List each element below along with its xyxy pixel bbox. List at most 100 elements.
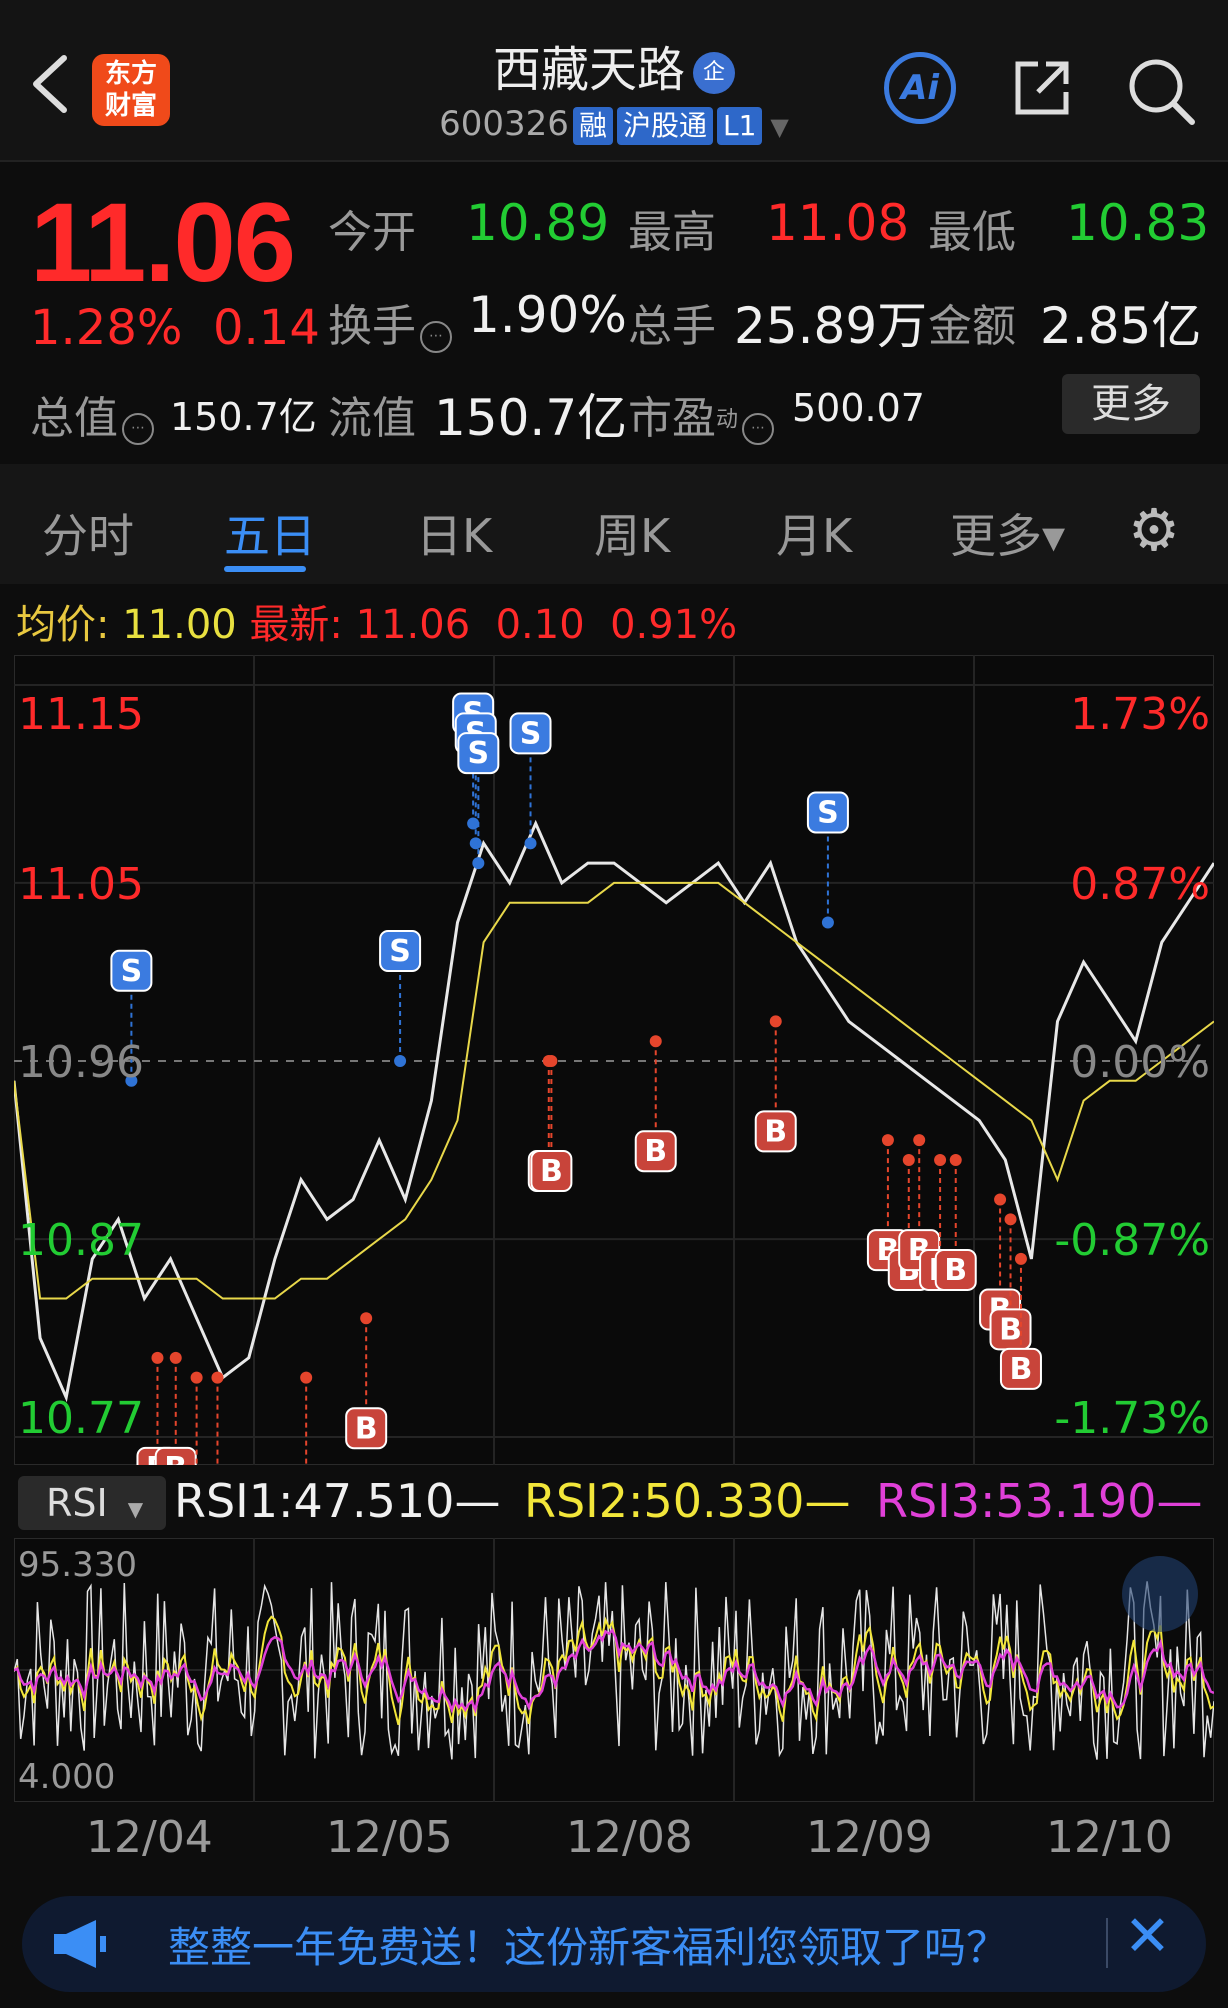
ai-assistant-button[interactable]: Ai (884, 52, 956, 124)
buy-marker-dot (649, 1035, 662, 1048)
amount-field: 金额 (928, 301, 1016, 352)
volume-value: 25.89万 (734, 297, 928, 355)
buy-marker-dot (545, 1055, 558, 1067)
sell-marker-dot (469, 837, 482, 850)
y-right-label: 0.87% (1070, 859, 1210, 910)
buy-marker-dot (902, 1153, 915, 1166)
banner-divider (1106, 1918, 1108, 1968)
pe-field[interactable]: 市盈动 ⋯ (628, 382, 775, 446)
high-value: 11.08 (766, 194, 910, 252)
buy-marker-dot (169, 1351, 182, 1364)
buy-marker-label: B (944, 1253, 967, 1288)
buy-marker-label: B (644, 1134, 667, 1169)
low-field: 最低 (928, 207, 1016, 258)
active-tab-indicator (224, 566, 306, 572)
buy-marker-label: B (355, 1411, 378, 1446)
latest-change: 0.10 (495, 602, 585, 648)
sell-marker-dot (394, 1055, 407, 1067)
tag-connect: 沪股通 (616, 107, 713, 145)
volume-field: 总手 (628, 301, 716, 352)
enterprise-badge: 企 (693, 52, 735, 94)
y-left-label: 11.15 (18, 689, 144, 740)
sell-marker-label: S (389, 934, 411, 969)
buy-marker-dot (211, 1371, 224, 1384)
caret-down-icon[interactable]: ▼ (770, 113, 788, 141)
rsi-min-label: 4.000 (18, 1757, 115, 1797)
y-right-label: -1.73% (1054, 1393, 1210, 1444)
buy-marker-dot (949, 1153, 962, 1166)
rsi1-value: RSI1:47.510— (174, 1474, 501, 1528)
y-right-label: 0.00% (1070, 1037, 1210, 1088)
rsi-chart[interactable]: 95.330 4.000 (14, 1538, 1214, 1802)
sell-marker-label: S (817, 795, 839, 830)
y-left-label: 10.96 (18, 1037, 144, 1088)
rsi3-value: RSI3:53.190— (876, 1474, 1203, 1528)
promo-text[interactable]: 整整一年免费送！这份新客福利您领取了吗？ (168, 1914, 1008, 1975)
tab-monthly-k[interactable]: 月K (776, 500, 852, 566)
x-label-day-4: 12/09 (806, 1812, 933, 1863)
period-tabs: 分时 五日 日K 周K 月K 更多▾ (0, 464, 1228, 584)
sell-marker-label: S (121, 954, 143, 989)
y-right-label: 1.73% (1070, 689, 1210, 740)
y-left-label: 11.05 (18, 859, 144, 910)
tag-level: L1 (716, 107, 763, 145)
change-percent: 1.28% (30, 300, 183, 356)
sell-marker-dot (821, 916, 834, 929)
buy-marker-dot (190, 1371, 203, 1384)
buy-marker-dot (769, 1015, 782, 1028)
mktcap-field[interactable]: 总值 ⋯ (30, 382, 154, 446)
stock-name: 西藏天路 (492, 42, 685, 98)
latest-value: 11.06 (355, 602, 471, 648)
buy-marker-label: B (540, 1154, 563, 1189)
info-icon[interactable]: ⋯ (122, 412, 154, 445)
avg-value: 11.00 (122, 602, 237, 648)
price-change: 1.28% 0.14 (30, 300, 320, 356)
buy-marker-dot (1004, 1213, 1017, 1226)
buy-marker-dot (151, 1351, 164, 1364)
turnover-field[interactable]: 换手 ⋯ (328, 290, 452, 354)
info-icon[interactable]: ⋯ (420, 320, 452, 353)
info-icon[interactable]: ⋯ (742, 412, 775, 445)
rsi-max-label: 95.330 (18, 1545, 137, 1585)
tab-five-day[interactable]: 五日 (224, 500, 316, 566)
buy-marker-label: B (164, 1451, 187, 1465)
mktcap-value: 150.7亿 (170, 395, 317, 439)
indicator-select[interactable]: RSI ▼ (18, 1476, 166, 1530)
sell-marker-label: S (520, 716, 542, 751)
change-amount: 0.14 (213, 300, 320, 356)
indicator-label: RSI (46, 1481, 108, 1525)
tab-weekly-k[interactable]: 周K (594, 500, 670, 566)
buy-marker-dot (994, 1193, 1007, 1206)
buy-marker-dot (913, 1134, 926, 1147)
more-button[interactable]: 更多 (1062, 374, 1200, 434)
buy-marker-dot (934, 1153, 947, 1166)
x-label-day-3: 12/08 (566, 1812, 693, 1863)
latest-percent: 0.91% (610, 602, 738, 648)
tab-more[interactable]: 更多▾ (950, 500, 1065, 566)
gear-icon[interactable]: ⚙ (1128, 496, 1180, 564)
latest-label: 最新: (249, 602, 343, 648)
float-value: 150.7亿 (434, 389, 628, 447)
sell-marker-dot (467, 817, 480, 830)
high-field: 最高 (628, 207, 716, 258)
tab-daily-k[interactable]: 日K (416, 500, 492, 566)
x-label-day-2: 12/05 (326, 1812, 453, 1863)
search-icon[interactable] (1126, 56, 1196, 126)
tag-margin: 融 (572, 107, 613, 145)
close-icon[interactable]: ✕ (1124, 1904, 1171, 1969)
rsi2-value: RSI2:50.330— (524, 1474, 851, 1528)
buy-marker-dot (300, 1371, 313, 1384)
five-day-price-chart[interactable]: BBBBBBBBBBBBBBBBBBSSSSSSSS 11.151.73%11.… (14, 655, 1214, 1465)
tab-intraday[interactable]: 分时 (42, 500, 134, 566)
zoom-icon[interactable] (1122, 1556, 1198, 1632)
caret-down-icon: ▼ (127, 1497, 144, 1521)
share-icon[interactable] (1010, 56, 1074, 120)
sell-marker-dot (472, 857, 485, 870)
buy-marker-label: B (764, 1114, 787, 1149)
sell-marker-dot (524, 837, 537, 850)
y-right-label: -0.87% (1054, 1215, 1210, 1266)
y-left-label: 10.87 (18, 1215, 144, 1266)
last-price: 11.06 (30, 180, 296, 305)
float-field: 流值 (328, 393, 416, 444)
divider (0, 160, 1228, 162)
